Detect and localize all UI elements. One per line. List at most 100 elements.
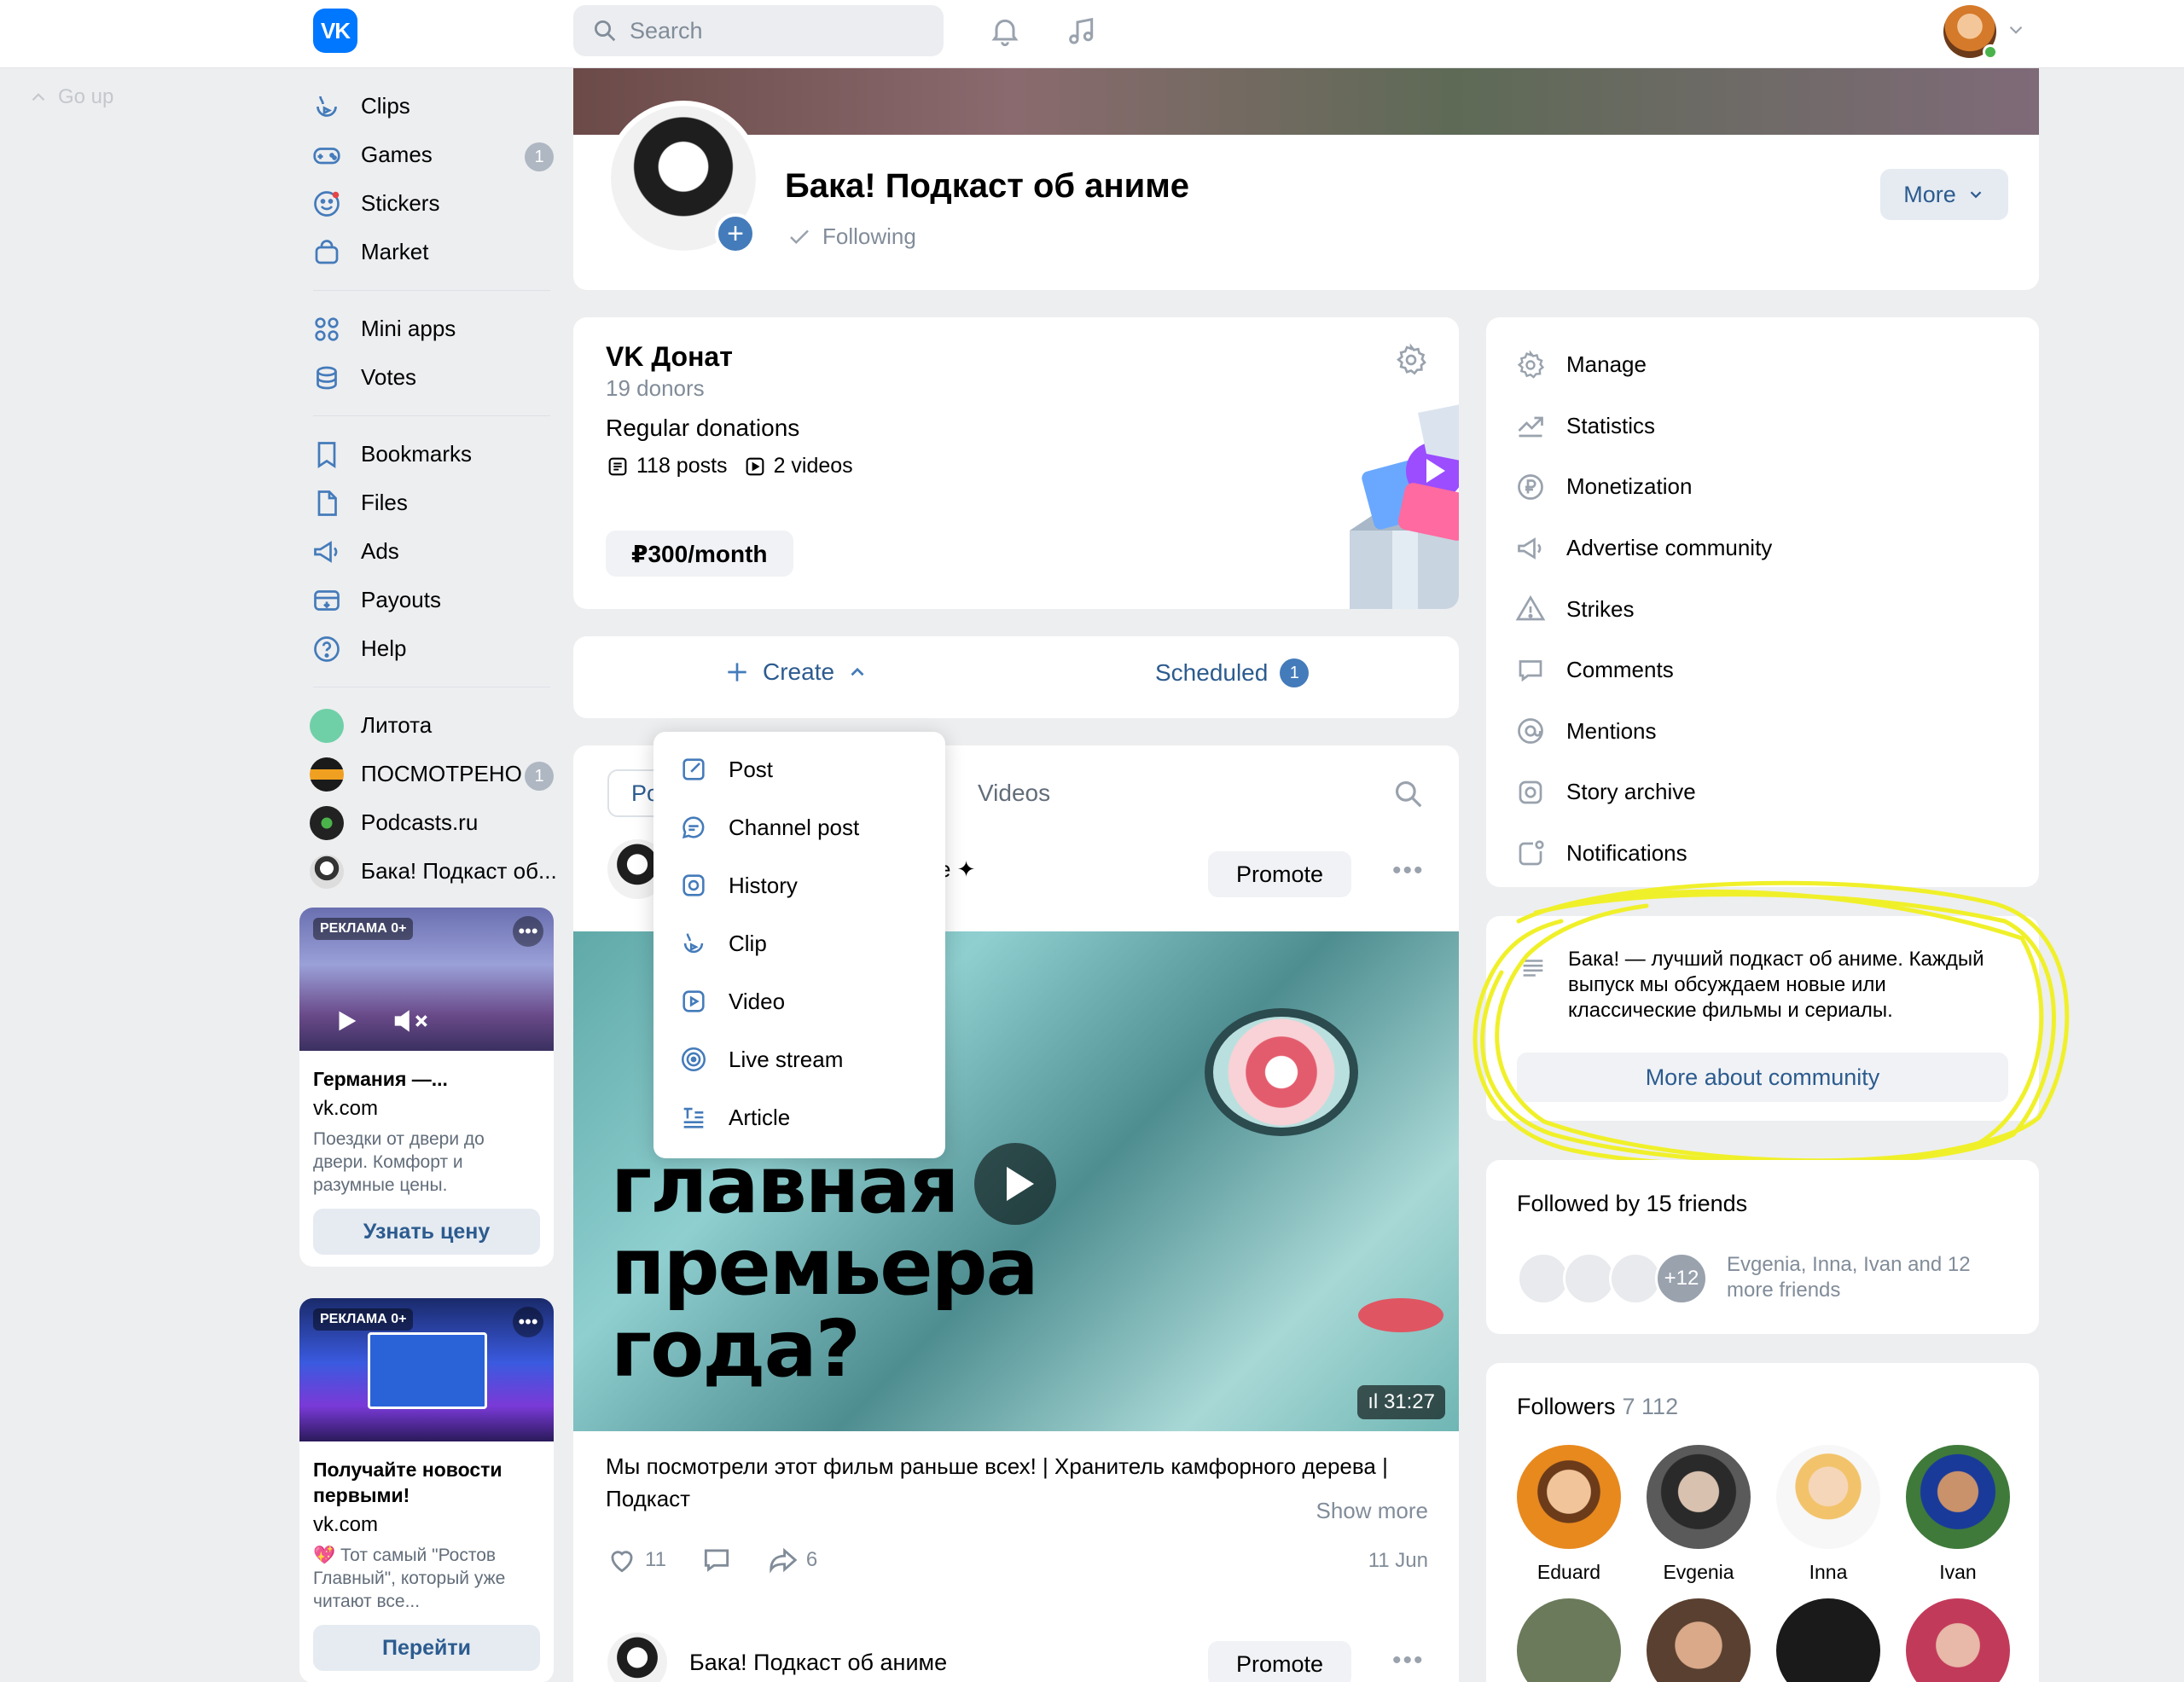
comment-button[interactable] [700,1544,733,1576]
post-menu-icon[interactable]: ••• [1392,1646,1425,1675]
menu-item-mentions[interactable]: Mentions [1486,701,2039,763]
post-author-name[interactable]: Бака! Подкаст об аниме [689,1650,947,1676]
ad-card[interactable]: РЕКЛАМА 0+ ••• Получайте новости первыми… [299,1298,554,1682]
ad-title[interactable]: Германия —... [313,1066,540,1092]
play-icon[interactable] [332,1006,361,1035]
search-input[interactable] [630,17,920,44]
more-icon[interactable]: ••• [513,916,543,947]
menu-item-strikes[interactable]: Strikes [1486,578,2039,640]
menu-item-advertise-community[interactable]: Advertise community [1486,518,2039,579]
nav-item-label: Payouts [361,587,441,612]
nav-item-ads[interactable]: Ads [303,527,559,576]
menu-item-manage[interactable]: Manage [1486,334,2039,396]
cover-image [573,68,2039,136]
followers-heading[interactable]: Followers 7 112 [1517,1394,1678,1420]
menu-item-label: Manage [1566,351,1647,378]
follower-item[interactable]: Inna [1776,1445,1880,1584]
nav-community-baka[interactable]: Бака! Подкаст об... [303,847,559,896]
vk-logo-icon[interactable]: VK [313,9,357,53]
follower-item[interactable]: Eduard [1517,1445,1621,1584]
more-icon[interactable]: ••• [513,1307,543,1337]
warning-icon [1515,595,1546,621]
menu-item-clip[interactable]: Clip [653,914,945,972]
avatar [1517,1598,1621,1682]
nav-item-payouts[interactable]: Payouts [303,576,559,624]
check-icon [790,229,809,244]
promote-button[interactable]: Promote [1208,851,1351,897]
post-menu-icon[interactable]: ••• [1392,856,1425,885]
nav-community-posmotreno[interactable]: ПОСМОТРЕНО 1 [303,750,559,798]
menu-item-label: Live stream [729,1046,844,1072]
nav-community-podcasts[interactable]: Podcasts.ru [303,798,559,847]
megaphone-icon [1518,536,1542,560]
menu-item-notifications[interactable]: Notifications [1486,823,2039,884]
scheduled-button[interactable]: Scheduled 1 [1155,658,1310,687]
coins-icon [310,361,344,395]
payout-icon [310,583,344,618]
ad-title[interactable]: Получайте новости первыми! [313,1457,540,1508]
go-up-button[interactable]: Go up [27,85,113,109]
ad-card[interactable]: РЕКЛАМА 0+ ••• Германия —... vk.com Поез… [299,908,554,1267]
notifications-bell-icon[interactable] [985,10,1025,51]
gear-icon[interactable] [1394,343,1428,377]
search-box[interactable] [573,5,944,56]
nav-item-help[interactable]: Help [303,624,559,673]
follower-item[interactable] [1517,1598,1621,1682]
follower-item[interactable]: Ivan [1906,1445,2010,1584]
play-button[interactable] [974,1143,1056,1225]
gift-box-illustration [1350,404,1459,609]
follower-item[interactable] [1647,1598,1751,1682]
menu-item-story-archive[interactable]: Story archive [1486,762,2039,823]
follower-item[interactable] [1776,1598,1880,1682]
file-icon [310,486,344,520]
donut-price-button[interactable]: ₽300/month [606,531,793,577]
menu-item-post[interactable]: Post [653,740,945,798]
nav-item-files[interactable]: Files [303,478,559,527]
show-more-link[interactable]: Show more [1316,1498,1429,1524]
nav-item-games[interactable]: Games 1 [303,130,559,179]
music-icon[interactable] [1061,10,1102,51]
nav-item-clips[interactable]: Clips [303,82,559,130]
nav-item-stickers[interactable]: Stickers [303,179,559,228]
nav-item-market[interactable]: Market [303,228,559,276]
menu-item-monetization[interactable]: Monetization [1486,456,2039,518]
menu-item-video[interactable]: Video [653,972,945,1030]
nav-item-label: ПОСМОТРЕНО [361,761,522,786]
community-header [573,135,2039,290]
menu-item-channel-post[interactable]: Channel post [653,798,945,856]
chevron-up-icon [851,667,864,676]
menu-item-live-stream[interactable]: Live stream [653,1030,945,1088]
follower-item[interactable] [1906,1598,2010,1682]
ad-cta-button[interactable]: Перейти [313,1625,540,1671]
search-icon[interactable] [1392,778,1425,810]
more-button[interactable]: More [1880,169,2008,220]
share-button[interactable]: 6 [767,1544,817,1576]
nav-item-mini-apps[interactable]: Mini apps [303,304,559,353]
post-author-avatar[interactable] [607,1633,667,1682]
nav-item-bookmarks[interactable]: Bookmarks [303,430,559,478]
follower-item[interactable]: Evgenia [1647,1445,1751,1584]
nav-item-votes[interactable]: Votes [303,353,559,402]
promote-button[interactable]: Promote [1208,1641,1351,1682]
user-avatar[interactable] [1943,5,1998,60]
create-button[interactable]: Create [723,658,868,686]
add-avatar-button[interactable]: + [715,213,756,254]
tab-videos[interactable]: Videos [978,780,1050,807]
community-name: Бака! Подкаст об аниме [785,167,1190,205]
megaphone-icon [310,535,344,569]
like-button[interactable]: 11 [606,1544,666,1576]
more-about-community-button[interactable]: More about community [1517,1053,2008,1102]
followed-by-friends-card[interactable]: Followed by 15 friends +12 Evgenia, Inna… [1486,1160,2039,1334]
avatar [1776,1445,1880,1549]
menu-item-history[interactable]: History [653,856,945,914]
mute-icon[interactable] [392,1006,434,1035]
nav-community-litota[interactable]: Литота [303,701,559,750]
nav-item-label: Mini apps [361,316,456,341]
create-menu: Post Channel post History Clip Video Liv… [653,732,945,1158]
menu-item-statistics[interactable]: Statistics [1486,396,2039,457]
ad-cta-button[interactable]: Узнать цену [313,1209,540,1255]
following-status[interactable]: Following [787,223,916,250]
menu-item-article[interactable]: Article [653,1088,945,1146]
chevron-down-icon[interactable] [2005,19,2027,41]
menu-item-comments[interactable]: Comments [1486,640,2039,701]
